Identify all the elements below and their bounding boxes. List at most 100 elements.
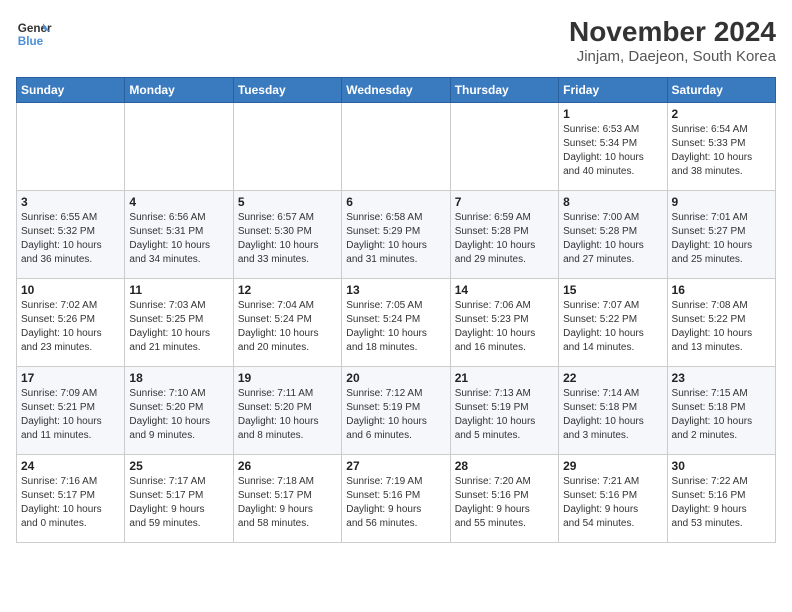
logo-icon: General Blue xyxy=(16,16,52,52)
day-number: 13 xyxy=(346,283,445,297)
calendar-day-cell: 13Sunrise: 7:05 AM Sunset: 5:24 PM Dayli… xyxy=(342,279,450,367)
calendar-day-cell: 24 Sunrise: 7:16 AM Sunset: 5:17 PM Dayli… xyxy=(17,455,125,543)
calendar-day-cell: 29 Sunrise: 7:21 AM Sunset: 5:16 PM Dayli… xyxy=(559,455,667,543)
day-info: Sunrise: 7:22 AM Sunset: 5:16 PM Dayligh… xyxy=(672,475,771,531)
calendar-day-cell: 7 Sunrise: 6:59 AM Sunset: 5:28 PM Daylig… xyxy=(450,191,558,279)
day-number: 14 xyxy=(455,283,554,297)
weekday-header: Tuesday xyxy=(233,78,341,103)
calendar-day-cell: 11Sunrise: 7:03 AM Sunset: 5:25 PM Dayli… xyxy=(125,279,233,367)
calendar-week-row: 17 Sunrise: 7:09 AM Sunset: 5:21 PM Dayli… xyxy=(17,367,776,455)
day-number: 4 xyxy=(129,195,228,209)
weekday-header: Friday xyxy=(559,78,667,103)
day-number: 26 xyxy=(238,459,337,473)
calendar-day-cell: 21 Sunrise: 7:13 AM Sunset: 5:19 PM Dayli… xyxy=(450,367,558,455)
day-info: Sunrise: 6:58 AM Sunset: 5:29 PM Dayligh… xyxy=(346,211,445,267)
day-info: Sunrise: 7:16 AM Sunset: 5:17 PM Dayligh… xyxy=(21,475,120,531)
day-info: Sunrise: 7:09 AM Sunset: 5:21 PM Dayligh… xyxy=(21,387,120,443)
calendar-day-cell: 5 Sunrise: 6:57 AM Sunset: 5:30 PM Daylig… xyxy=(233,191,341,279)
day-info: Sunrise: 7:13 AM Sunset: 5:19 PM Dayligh… xyxy=(455,387,554,443)
calendar-day-cell: 6Sunrise: 6:58 AM Sunset: 5:29 PM Daylig… xyxy=(342,191,450,279)
day-number: 29 xyxy=(563,459,662,473)
day-info: Sunrise: 7:07 AM Sunset: 5:22 PM Dayligh… xyxy=(563,299,662,355)
day-number: 25 xyxy=(129,459,228,473)
calendar-day-cell: 28 Sunrise: 7:20 AM Sunset: 5:16 PM Dayli… xyxy=(450,455,558,543)
weekday-header-row: SundayMondayTuesdayWednesdayThursdayFrid… xyxy=(17,78,776,103)
calendar-day-cell xyxy=(233,103,341,191)
calendar-day-cell: 25 Sunrise: 7:17 AM Sunset: 5:17 PM Dayli… xyxy=(125,455,233,543)
day-number: 28 xyxy=(455,459,554,473)
calendar-day-cell: 1Sunrise: 6:53 AM Sunset: 5:34 PM Daylig… xyxy=(559,103,667,191)
title-section: November 2024 Jinjam, Daejeon, South Kor… xyxy=(569,16,776,65)
day-number: 10 xyxy=(21,283,120,297)
day-info: Sunrise: 6:55 AM Sunset: 5:32 PM Dayligh… xyxy=(21,211,120,267)
day-number: 9 xyxy=(672,195,771,209)
calendar-day-cell: 23 Sunrise: 7:15 AM Sunset: 5:18 PM Dayli… xyxy=(667,367,775,455)
logo: General Blue xyxy=(16,16,52,52)
day-number: 8 xyxy=(563,195,662,209)
calendar-day-cell: 27Sunrise: 7:19 AM Sunset: 5:16 PM Dayli… xyxy=(342,455,450,543)
calendar-day-cell: 10 Sunrise: 7:02 AM Sunset: 5:26 PM Dayli… xyxy=(17,279,125,367)
calendar-day-cell: 30Sunrise: 7:22 AM Sunset: 5:16 PM Dayli… xyxy=(667,455,775,543)
location-title: Jinjam, Daejeon, South Korea xyxy=(569,48,776,65)
day-info: Sunrise: 7:21 AM Sunset: 5:16 PM Dayligh… xyxy=(563,475,662,531)
day-number: 21 xyxy=(455,371,554,385)
weekday-header: Thursday xyxy=(450,78,558,103)
calendar-day-cell: 2 Sunrise: 6:54 AM Sunset: 5:33 PM Daylig… xyxy=(667,103,775,191)
weekday-header: Saturday xyxy=(667,78,775,103)
day-info: Sunrise: 7:02 AM Sunset: 5:26 PM Dayligh… xyxy=(21,299,120,355)
month-title: November 2024 xyxy=(569,16,776,48)
day-number: 2 xyxy=(672,107,771,121)
day-info: Sunrise: 6:53 AM Sunset: 5:34 PM Dayligh… xyxy=(563,123,662,179)
calendar-day-cell: 19 Sunrise: 7:11 AM Sunset: 5:20 PM Dayli… xyxy=(233,367,341,455)
day-info: Sunrise: 7:11 AM Sunset: 5:20 PM Dayligh… xyxy=(238,387,337,443)
page-header: General Blue November 2024 Jinjam, Daeje… xyxy=(16,16,776,65)
day-info: Sunrise: 7:01 AM Sunset: 5:27 PM Dayligh… xyxy=(672,211,771,267)
day-info: Sunrise: 7:17 AM Sunset: 5:17 PM Dayligh… xyxy=(129,475,228,531)
day-info: Sunrise: 6:59 AM Sunset: 5:28 PM Dayligh… xyxy=(455,211,554,267)
calendar-day-cell xyxy=(125,103,233,191)
weekday-header: Sunday xyxy=(17,78,125,103)
calendar-day-cell xyxy=(450,103,558,191)
day-info: Sunrise: 6:57 AM Sunset: 5:30 PM Dayligh… xyxy=(238,211,337,267)
day-info: Sunrise: 7:14 AM Sunset: 5:18 PM Dayligh… xyxy=(563,387,662,443)
calendar-day-cell: 16 Sunrise: 7:08 AM Sunset: 5:22 PM Dayli… xyxy=(667,279,775,367)
calendar-week-row: 24 Sunrise: 7:16 AM Sunset: 5:17 PM Dayli… xyxy=(17,455,776,543)
calendar-day-cell: 9 Sunrise: 7:01 AM Sunset: 5:27 PM Daylig… xyxy=(667,191,775,279)
weekday-header: Monday xyxy=(125,78,233,103)
day-number: 7 xyxy=(455,195,554,209)
day-info: Sunrise: 7:15 AM Sunset: 5:18 PM Dayligh… xyxy=(672,387,771,443)
day-info: Sunrise: 7:08 AM Sunset: 5:22 PM Dayligh… xyxy=(672,299,771,355)
calendar-week-row: 10 Sunrise: 7:02 AM Sunset: 5:26 PM Dayli… xyxy=(17,279,776,367)
calendar-week-row: 1Sunrise: 6:53 AM Sunset: 5:34 PM Daylig… xyxy=(17,103,776,191)
day-number: 16 xyxy=(672,283,771,297)
svg-text:Blue: Blue xyxy=(18,35,44,48)
day-number: 5 xyxy=(238,195,337,209)
calendar-day-cell: 15Sunrise: 7:07 AM Sunset: 5:22 PM Dayli… xyxy=(559,279,667,367)
calendar-day-cell xyxy=(17,103,125,191)
day-number: 23 xyxy=(672,371,771,385)
day-number: 3 xyxy=(21,195,120,209)
calendar-day-cell: 8 Sunrise: 7:00 AM Sunset: 5:28 PM Daylig… xyxy=(559,191,667,279)
calendar-week-row: 3 Sunrise: 6:55 AM Sunset: 5:32 PM Daylig… xyxy=(17,191,776,279)
day-number: 19 xyxy=(238,371,337,385)
calendar-day-cell: 14 Sunrise: 7:06 AM Sunset: 5:23 PM Dayli… xyxy=(450,279,558,367)
day-number: 22 xyxy=(563,371,662,385)
calendar-day-cell: 20Sunrise: 7:12 AM Sunset: 5:19 PM Dayli… xyxy=(342,367,450,455)
calendar-day-cell: 22 Sunrise: 7:14 AM Sunset: 5:18 PM Dayli… xyxy=(559,367,667,455)
day-info: Sunrise: 6:56 AM Sunset: 5:31 PM Dayligh… xyxy=(129,211,228,267)
day-info: Sunrise: 7:20 AM Sunset: 5:16 PM Dayligh… xyxy=(455,475,554,531)
day-number: 17 xyxy=(21,371,120,385)
day-info: Sunrise: 7:18 AM Sunset: 5:17 PM Dayligh… xyxy=(238,475,337,531)
calendar-day-cell: 12Sunrise: 7:04 AM Sunset: 5:24 PM Dayli… xyxy=(233,279,341,367)
day-number: 12 xyxy=(238,283,337,297)
day-info: Sunrise: 7:00 AM Sunset: 5:28 PM Dayligh… xyxy=(563,211,662,267)
weekday-header: Wednesday xyxy=(342,78,450,103)
calendar-day-cell: 26 Sunrise: 7:18 AM Sunset: 5:17 PM Dayli… xyxy=(233,455,341,543)
day-info: Sunrise: 7:06 AM Sunset: 5:23 PM Dayligh… xyxy=(455,299,554,355)
day-info: Sunrise: 7:10 AM Sunset: 5:20 PM Dayligh… xyxy=(129,387,228,443)
day-info: Sunrise: 6:54 AM Sunset: 5:33 PM Dayligh… xyxy=(672,123,771,179)
calendar-day-cell: 17 Sunrise: 7:09 AM Sunset: 5:21 PM Dayli… xyxy=(17,367,125,455)
day-number: 24 xyxy=(21,459,120,473)
day-info: Sunrise: 7:03 AM Sunset: 5:25 PM Dayligh… xyxy=(129,299,228,355)
calendar-day-cell xyxy=(342,103,450,191)
